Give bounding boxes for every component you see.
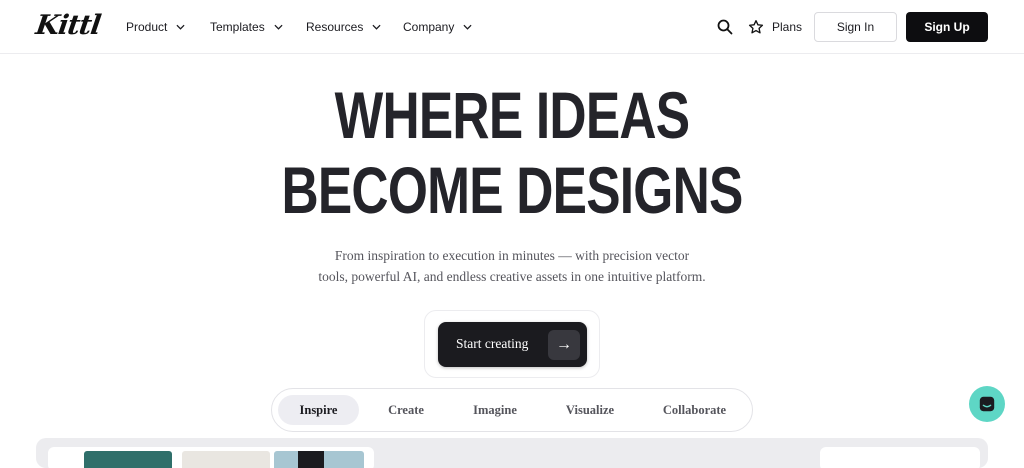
- nav-menu-resources[interactable]: Resources: [306, 20, 381, 34]
- tab-inspire[interactable]: Inspire: [278, 395, 359, 425]
- search-button[interactable]: [717, 19, 733, 35]
- search-icon: [717, 19, 733, 35]
- chevron-down-icon: [463, 24, 472, 30]
- preview-side-panel: [820, 447, 980, 468]
- sign-up-button[interactable]: Sign Up: [906, 12, 988, 42]
- nav-menu-company-label: Company: [403, 20, 455, 34]
- hero-headline: WHERE IDEAS BECOME DESIGNS: [0, 78, 1024, 228]
- chevron-down-icon: [176, 24, 185, 30]
- hero-headline-line-2: BECOME DESIGNS: [281, 153, 743, 227]
- start-creating-button[interactable]: Start creating →: [438, 322, 587, 367]
- top-navigation: Kittl Product Templates Resources Compan…: [0, 0, 1024, 54]
- star-icon: [748, 20, 764, 34]
- nav-menu-templates[interactable]: Templates: [210, 20, 283, 34]
- nav-menu-company[interactable]: Company: [403, 20, 472, 34]
- tab-collaborate[interactable]: Collaborate: [648, 395, 741, 425]
- chevron-down-icon: [372, 24, 381, 30]
- nav-menu-product[interactable]: Product: [126, 20, 185, 34]
- nav-menu-product-wrap: Product: [126, 0, 185, 54]
- editor-preview: [36, 438, 988, 468]
- arrow-right-icon: →: [548, 330, 580, 360]
- search-button-wrap: [717, 0, 733, 54]
- nav-menu-templates-label: Templates: [210, 20, 265, 34]
- tab-create[interactable]: Create: [373, 395, 439, 425]
- hero-headline-line-1: WHERE IDEAS: [334, 78, 690, 152]
- plans-link-wrap: Plans: [748, 0, 802, 54]
- plans-label: Plans: [772, 20, 803, 34]
- start-creating-label: Start creating: [456, 336, 529, 351]
- nav-menu-product-label: Product: [126, 20, 168, 34]
- nav-menu-resources-label: Resources: [306, 20, 364, 34]
- chevron-down-icon: [274, 24, 283, 30]
- hero-subtitle-line-1: From inspiration to execution in minutes…: [334, 248, 690, 263]
- sign-in-button[interactable]: Sign In: [814, 12, 897, 42]
- tab-imagine[interactable]: Imagine: [458, 395, 532, 425]
- nav-menu-resources-wrap: Resources: [306, 0, 381, 54]
- chat-icon: [979, 396, 995, 412]
- tab-visualize[interactable]: Visualize: [550, 395, 630, 425]
- plans-link[interactable]: Plans: [748, 19, 802, 35]
- kittl-logo[interactable]: Kittl: [34, 10, 102, 41]
- chat-launcher-button[interactable]: [969, 386, 1005, 422]
- hero-subtitle: From inspiration to execution in minutes…: [312, 245, 712, 287]
- cta-container: Start creating →: [424, 310, 600, 378]
- hero-subtitle-line-2: tools, powerful AI, and endless creative…: [318, 269, 706, 284]
- feature-tabs: Inspire Create Imagine Visualize Collabo…: [271, 388, 753, 432]
- nav-menu-templates-wrap: Templates: [210, 0, 283, 54]
- nav-menu-company-wrap: Company: [403, 0, 472, 54]
